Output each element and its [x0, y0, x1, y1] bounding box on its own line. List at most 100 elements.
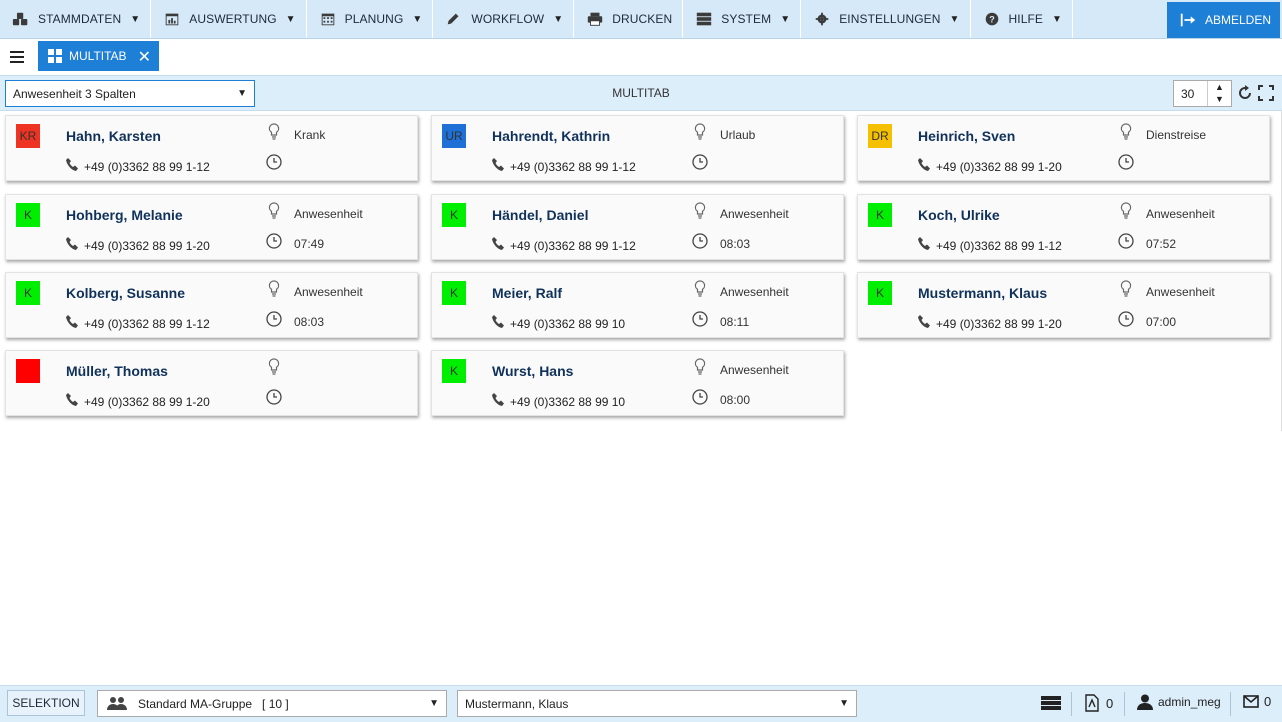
- caret-down-icon: ▼: [780, 13, 791, 25]
- employee-phone: +49 (0)3362 88 99 1-12: [84, 160, 210, 174]
- status-badge: K: [16, 281, 40, 305]
- employee-status: Krank: [294, 128, 326, 142]
- employee-name: Händel, Daniel: [492, 207, 589, 223]
- employee-card[interactable]: KR Hahn, Karsten +49 (0)3362 88 99 1-12 Kra…: [5, 115, 418, 181]
- pdf-counter[interactable]: 0: [1084, 694, 1113, 712]
- employee-phone: +49 (0)3362 88 99 10: [510, 395, 626, 409]
- person-select[interactable]: Mustermann, Klaus ▼: [457, 690, 857, 717]
- employee-phone: +49 (0)3362 88 99 1-20: [84, 395, 210, 409]
- employee-card[interactable]: K Koch, Ulrike +49 (0)3362 88 99 1-12 Anwes…: [857, 194, 1270, 260]
- count-value: 30: [1181, 87, 1195, 101]
- svg-text:?: ?: [989, 15, 995, 25]
- user-info[interactable]: admin_meg: [1137, 694, 1221, 710]
- caret-down-icon: ▼: [412, 13, 423, 25]
- employee-name: Meier, Ralf: [492, 285, 563, 301]
- logout-button[interactable]: ABMELDEN: [1167, 2, 1280, 38]
- mail-counter[interactable]: 0: [1243, 694, 1271, 709]
- clock-icon: [692, 154, 708, 170]
- refresh-icon[interactable]: [1237, 85, 1253, 101]
- caret-down-icon: ▼: [553, 13, 564, 25]
- lightbulb-icon: [1120, 280, 1132, 298]
- menu-workflow[interactable]: WORKFLOW ▼: [433, 0, 575, 38]
- phone-icon: [492, 237, 504, 251]
- status-badge: [16, 359, 40, 383]
- menu-drucken-label: DRUCKEN: [612, 12, 673, 26]
- status-badge: KR: [16, 124, 40, 148]
- phone-icon: [492, 315, 504, 329]
- employee-card[interactable]: K Händel, Daniel +49 (0)3362 88 99 1-12 Anw…: [431, 194, 844, 260]
- lightbulb-icon: [694, 358, 706, 376]
- clock-icon: [692, 389, 708, 405]
- employee-status: Anwesenheit: [720, 207, 789, 221]
- tab-bar: MULTITAB ✕: [0, 39, 1282, 76]
- employee-status: Anwesenheit: [1146, 285, 1215, 299]
- selektion-button[interactable]: SELEKTION: [7, 690, 85, 716]
- phone-icon: [66, 393, 78, 407]
- status-badge: DR: [868, 124, 892, 148]
- menu-planung[interactable]: PLANUNG ▼: [307, 0, 434, 38]
- caret-down-icon: ▼: [130, 13, 141, 25]
- list-view-icon[interactable]: [1041, 695, 1061, 711]
- employee-phone: +49 (0)3362 88 99 1-12: [84, 317, 210, 331]
- clock-icon: [1118, 154, 1134, 170]
- status-badge: K: [868, 281, 892, 305]
- employee-status: Urlaub: [720, 128, 756, 142]
- clock-icon: [266, 311, 282, 327]
- employee-name: Koch, Ulrike: [918, 207, 1000, 223]
- view-select-value: Anwesenheit 3 Spalten: [13, 87, 136, 101]
- employee-time: 07:52: [1146, 237, 1177, 251]
- caret-down-icon: ▼: [237, 88, 247, 99]
- divider: [1230, 692, 1231, 716]
- clock-icon: [266, 233, 282, 249]
- lightbulb-icon: [268, 202, 280, 220]
- group-select[interactable]: Standard MA-Gruppe [ 10 ] ▼: [97, 690, 447, 717]
- menu-auswertung[interactable]: AUSWERTUNG ▼: [151, 0, 307, 38]
- lightbulb-icon: [1120, 123, 1132, 141]
- divider: [1124, 692, 1125, 716]
- employee-card[interactable]: UR Hahrendt, Kathrin +49 (0)3362 88 99 1-1…: [431, 115, 844, 181]
- employee-time: 07:49: [294, 237, 325, 251]
- stepper-arrows-icon[interactable]: ▲ ▼: [1207, 81, 1231, 106]
- menu-drucken[interactable]: DRUCKEN: [574, 0, 684, 38]
- menu-system-label: SYSTEM: [721, 12, 772, 26]
- employee-card[interactable]: Müller, Thomas +49 (0)3362 88 99 1-20: [5, 350, 418, 416]
- toolbar: Anwesenheit 3 Spalten ▼ MULTITAB 30 ▲ ▼: [0, 76, 1282, 111]
- menu-planung-label: PLANUNG: [344, 12, 404, 26]
- employee-time: 08:00: [720, 393, 751, 407]
- count-stepper[interactable]: 30 ▲ ▼: [1173, 80, 1232, 107]
- employee-card[interactable]: K Hohberg, Melanie +49 (0)3362 88 99 1-20 A…: [5, 194, 418, 260]
- employee-status: Anwesenheit: [720, 363, 789, 377]
- clock-icon: [266, 154, 282, 170]
- employee-card[interactable]: K Meier, Ralf +49 (0)3362 88 99 10 Anwesenh…: [431, 272, 844, 338]
- employee-status: Anwesenheit: [720, 285, 789, 299]
- hamburger-menu-icon[interactable]: [10, 51, 24, 63]
- clock-icon: [1118, 311, 1134, 327]
- lightbulb-icon: [268, 358, 280, 376]
- employee-card[interactable]: K Kolberg, Susanne +49 (0)3362 88 99 1-12 A…: [5, 272, 418, 338]
- tab-multitab[interactable]: MULTITAB ✕: [38, 41, 159, 71]
- employee-card[interactable]: DR Heinrich, Sven +49 (0)3362 88 99 1-20 Di…: [857, 115, 1270, 181]
- menu-system[interactable]: SYSTEM ▼: [683, 0, 802, 38]
- fullscreen-icon[interactable]: [1258, 85, 1274, 101]
- lightbulb-icon: [694, 123, 706, 141]
- pdf-file-icon: [1085, 694, 1099, 712]
- clock-icon: [1118, 233, 1134, 249]
- calendar-chart-icon: [165, 13, 179, 26]
- pencil-icon: [448, 13, 459, 25]
- view-select[interactable]: Anwesenheit 3 Spalten ▼: [5, 80, 255, 107]
- tab-label: MULTITAB: [69, 49, 127, 63]
- mail-count: 0: [1264, 694, 1272, 709]
- employee-card[interactable]: K Wurst, Hans +49 (0)3362 88 99 10 Anwesenh…: [431, 350, 844, 416]
- employee-name: Kolberg, Susanne: [66, 285, 186, 301]
- printer-icon: [587, 12, 603, 26]
- employee-time: 08:03: [294, 315, 325, 329]
- employee-name: Hahn, Karsten: [66, 128, 161, 144]
- group-select-value: Standard MA-Gruppe [ 10 ]: [138, 697, 289, 711]
- user-icon: [1137, 694, 1153, 710]
- menu-hilfe[interactable]: ? HILFE ▼: [971, 0, 1074, 38]
- menu-stammdaten[interactable]: STAMMDATEN ▼: [0, 0, 152, 38]
- employee-phone: +49 (0)3362 88 99 1-12: [936, 239, 1062, 253]
- menu-einstellungen[interactable]: EINSTELLUNGEN ▼: [801, 0, 971, 38]
- employee-card[interactable]: K Mustermann, Klaus +49 (0)3362 88 99 1-20…: [857, 272, 1270, 338]
- close-icon[interactable]: ✕: [138, 47, 151, 67]
